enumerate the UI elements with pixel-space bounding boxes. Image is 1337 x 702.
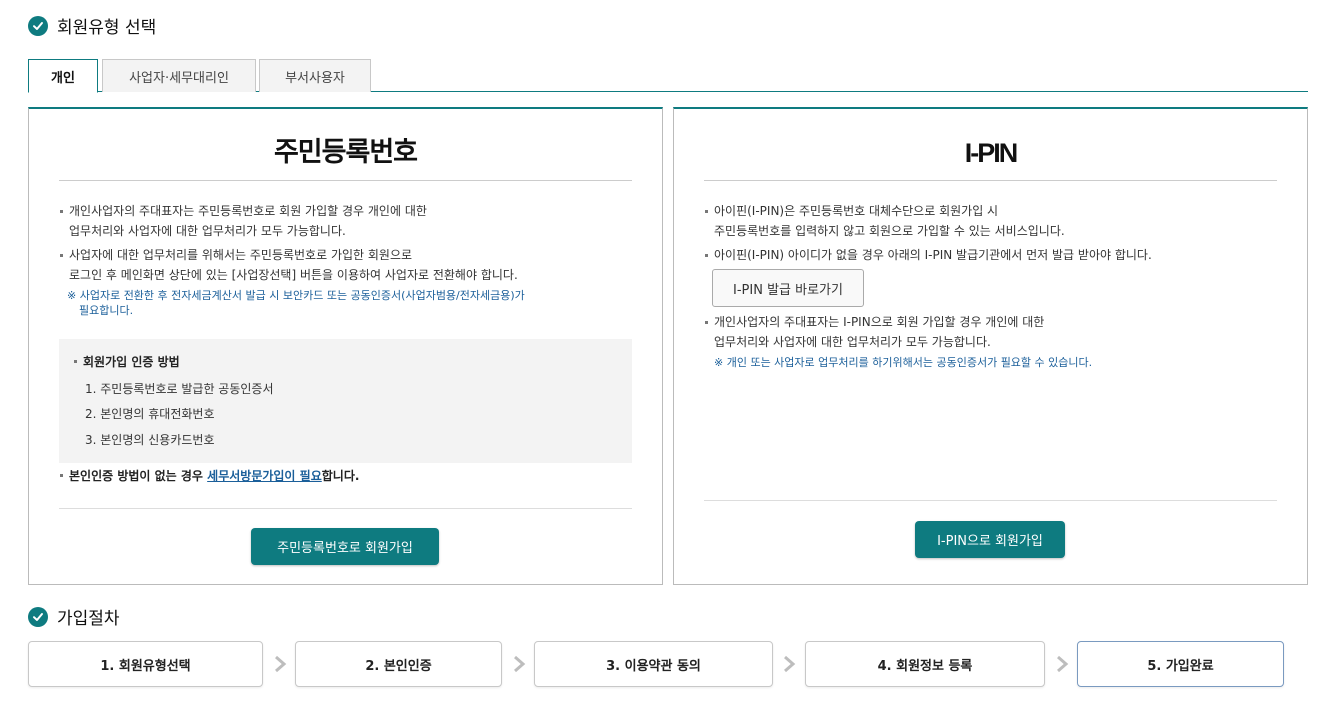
no-auth-notice: 본인인증 방법이 없는 경우 세무서방문가입이 필요합니다. bbox=[59, 467, 359, 484]
chevron-right-icon bbox=[275, 655, 287, 673]
ipin-panel: I-PIN 아이핀(I-PIN)은 주민등록번호 대체수단으로 회원가입 시 주… bbox=[673, 107, 1308, 585]
bullet-line: 로그인 후 메인화면 상단에 있는 [사업장선택] 버튼을 이용하여 사업자로 … bbox=[69, 268, 518, 282]
tab-business-tax-agent[interactable]: 사업자·세무대리인 bbox=[102, 59, 256, 92]
auth-method-item: 2. 본인명의 휴대전화번호 bbox=[85, 407, 215, 421]
join-with-ipin-button[interactable]: I-PIN으로 회원가입 bbox=[915, 521, 1065, 558]
note-text: ※ 사업자로 전환한 후 전자세금계산서 발급 시 보안카드 또는 공동인증서(… bbox=[67, 288, 525, 318]
section-title-text: 가입절차 bbox=[57, 609, 120, 629]
tab-department-user[interactable]: 부서사용자 bbox=[259, 59, 371, 92]
auth-method-item: 3. 본인명의 신용카드번호 bbox=[85, 433, 215, 447]
member-type-section-title: 회원유형 선택 bbox=[28, 13, 156, 38]
no-auth-prefix: 본인인증 방법이 없는 경우 bbox=[69, 469, 208, 483]
tab-label: 개인 bbox=[51, 70, 75, 86]
bullet-line: 사업자에 대한 업무처리를 위해서는 주민등록번호로 가입한 회원으로 bbox=[69, 248, 413, 262]
tab-label: 부서사용자 bbox=[285, 70, 345, 86]
note-line: 필요합니다. bbox=[79, 304, 134, 317]
bullet-line: 아이핀(I-PIN)은 주민등록번호 대체수단으로 회원가입 시 bbox=[714, 204, 999, 218]
bullet-line: 주민등록번호를 입력하지 않고 회원으로 가입할 수 있는 서비스입니다. bbox=[714, 224, 1065, 238]
ipin-issue-shortcut-button[interactable]: I-PIN 발급 바로가기 bbox=[712, 269, 864, 307]
member-type-tabs: 개인 사업자·세무대리인 부서사용자 bbox=[28, 59, 1308, 93]
info-bullet: 아이핀(I-PIN)은 주민등록번호 대체수단으로 회원가입 시 주민등록번호를… bbox=[704, 201, 1065, 241]
note-line: ※ 사업자로 전환한 후 전자세금계산서 발급 시 보안카드 또는 공동인증서(… bbox=[67, 289, 525, 302]
tab-label: 사업자·세무대리인 bbox=[129, 70, 229, 86]
chevron-right-icon bbox=[514, 655, 526, 673]
bullet-line: 개인사업자의 주대표자는 주민등록번호로 회원 가입할 경우 개인에 대한 bbox=[69, 204, 427, 218]
info-bullet: 개인사업자의 주대표자는 주민등록번호로 회원 가입할 경우 개인에 대한 업무… bbox=[59, 201, 427, 241]
tax-office-visit-link[interactable]: 세무서방문가입이 필요 bbox=[207, 469, 322, 483]
panel-heading: I-PIN bbox=[704, 131, 1277, 181]
chevron-right-icon bbox=[784, 655, 796, 673]
step-join-complete: 5. 가입완료 bbox=[1077, 641, 1284, 687]
chevron-right-icon bbox=[1057, 655, 1069, 673]
divider bbox=[704, 500, 1277, 501]
auth-methods-box: 회원가입 인증 방법 1. 주민등록번호로 발급한 공동인증서 2. 본인명의 … bbox=[59, 339, 632, 463]
no-auth-suffix: 합니다. bbox=[321, 469, 360, 483]
bullet-line: 개인사업자의 주대표자는 I-PIN으로 회원 가입할 경우 개인에 대한 bbox=[714, 315, 1045, 329]
info-bullet: 아이핀(I-PIN) 아이디가 없을 경우 아래의 I-PIN 발급기관에서 먼… bbox=[704, 245, 1152, 265]
auth-methods-title: 회원가입 인증 방법 bbox=[73, 353, 180, 370]
bullet-line: 업무처리와 사업자에 대한 업무처리가 모두 가능합니다. bbox=[69, 224, 346, 238]
tab-individual[interactable]: 개인 bbox=[28, 59, 98, 93]
bullet-line: 업무처리와 사업자에 대한 업무처리가 모두 가능합니다. bbox=[714, 335, 991, 349]
step-member-info: 4. 회원정보 등록 bbox=[805, 641, 1045, 687]
step-terms-agreement: 3. 이용약관 동의 bbox=[534, 641, 773, 687]
auth-method-item: 1. 주민등록번호로 발급한 공동인증서 bbox=[85, 382, 274, 396]
join-with-resident-number-button[interactable]: 주민등록번호로 회원가입 bbox=[251, 528, 439, 565]
section-title-text: 회원유형 선택 bbox=[57, 18, 157, 38]
info-bullet: 사업자에 대한 업무처리를 위해서는 주민등록번호로 가입한 회원으로 로그인 … bbox=[59, 245, 518, 285]
step-identity-verification: 2. 본인인증 bbox=[295, 641, 502, 687]
check-circle-icon bbox=[28, 15, 48, 36]
divider bbox=[59, 508, 632, 509]
step-member-type: 1. 회원유형선택 bbox=[28, 641, 263, 687]
check-circle-icon bbox=[28, 606, 48, 627]
procedure-section-title: 가입절차 bbox=[28, 604, 120, 629]
panel-heading: 주민등록번호 bbox=[59, 131, 632, 181]
resident-number-panel: 주민등록번호 개인사업자의 주대표자는 주민등록번호로 회원 가입할 경우 개인… bbox=[28, 107, 663, 585]
info-bullet: 개인사업자의 주대표자는 I-PIN으로 회원 가입할 경우 개인에 대한 업무… bbox=[704, 312, 1044, 352]
note-text: ※ 개인 또는 사업자로 업무처리를 하기위해서는 공동인증서가 필요할 수 있… bbox=[714, 356, 1093, 369]
